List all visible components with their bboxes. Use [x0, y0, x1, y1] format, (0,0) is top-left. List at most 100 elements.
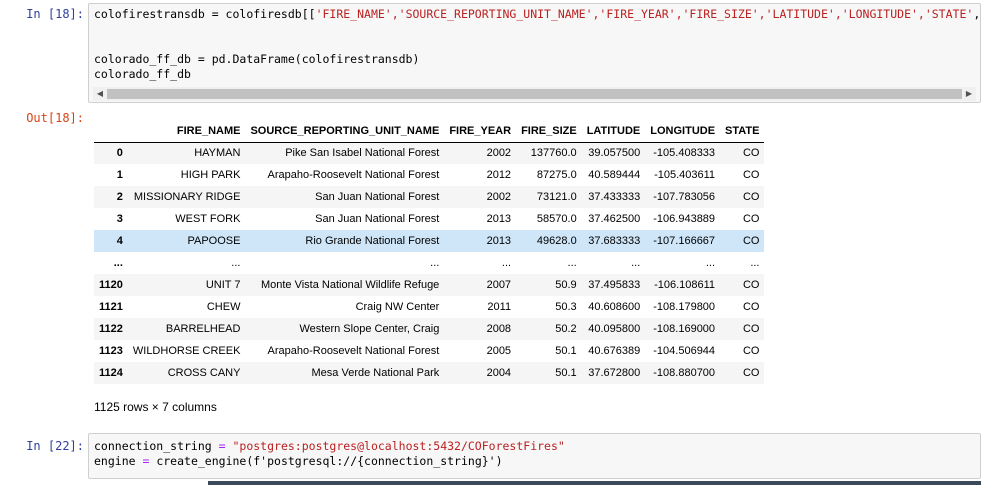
index-header [94, 120, 128, 143]
row-index: 1 [116, 169, 123, 181]
table-cell: 2002 [486, 147, 512, 160]
table-row: 1121 CHEW Craig NW Center 2011 50.3 40.608600… [94, 296, 764, 318]
row-index: 1124 [99, 367, 123, 379]
table-cell: CO [742, 301, 760, 313]
table-cell: 87275.0 [536, 169, 577, 181]
table-row: 2 MISSIONARY RIDGE San Juan National Fores… [94, 186, 765, 208]
column-header: FIRE_NAME [127, 120, 246, 143]
table-cell: CO [742, 147, 760, 160]
table-cell: 37.672800 [588, 367, 641, 379]
table-cell: CO [742, 191, 760, 203]
table-cell: ... [750, 257, 760, 269]
table-cell: 50.1 [555, 345, 577, 357]
column-header: LATITUDE [581, 120, 646, 143]
column-header: STATE [720, 120, 765, 143]
table-cell: Monte Vista National Wildlife Refuge [260, 279, 440, 291]
table-cell: CO [742, 367, 760, 379]
table-cell: CROSS CANY [167, 367, 241, 379]
table-cell: -108.169000 [653, 323, 716, 335]
table-cell: 2012 [486, 169, 512, 181]
table-cell: 2005 [486, 345, 512, 357]
row-index: 1120 [99, 279, 123, 291]
table-cell: BARRELHEAD [165, 323, 241, 335]
table-cell: 37.683333 [588, 235, 641, 247]
table-cell: 40.095800 [588, 323, 641, 335]
table-cell: ... [430, 257, 440, 269]
table-cell: 49628.0 [536, 235, 577, 247]
dataframe-table: FIRE_NAME SOURCE_REPORTING_UNIT_NAME FIR… [94, 120, 765, 384]
table-cell: Western Slope Center, Craig [299, 323, 440, 335]
table-cell: ... [231, 257, 241, 269]
table-cell: 40.676389 [588, 345, 641, 357]
dataframe-shape: 1125 rows × 7 columns [94, 400, 217, 414]
row-index: 0 [116, 147, 123, 160]
table-cell: -104.506944 [653, 345, 716, 357]
table-cell: CO [742, 169, 760, 181]
table-cell: 37.495833 [588, 279, 641, 291]
table-cell: WEST FORK [175, 213, 241, 225]
table-cell: 37.433333 [588, 191, 641, 203]
table-cell: -108.880700 [653, 367, 716, 379]
code-editor[interactable]: colofirestransdb = colofiresdb[['FIRE_NA… [89, 4, 980, 85]
table-cell: San Juan National Forest [315, 191, 440, 203]
table-cell: San Juan National Forest [315, 213, 440, 225]
table-row: 3 WEST FORK San Juan National Forest 2013 58… [94, 208, 764, 230]
table-cell: 73121.0 [536, 191, 577, 203]
table-cell: CHEW [206, 301, 241, 313]
column-header: SOURCE_REPORTING_UNIT_NAME [245, 120, 445, 143]
table-cell: 2007 [486, 279, 512, 291]
table-cell: ... [567, 257, 577, 269]
row-index: 2 [116, 191, 123, 203]
row-index: 1121 [99, 301, 123, 313]
table-cell: -106.108611 [654, 279, 716, 291]
table-cell: CO [742, 323, 760, 335]
table-cell: PAPOOSE [187, 235, 241, 247]
table-cell: -105.408333 [653, 147, 716, 160]
column-header: FIRE_YEAR [444, 120, 517, 143]
table-cell: 137760.0 [530, 147, 577, 160]
code-editor[interactable]: connection_string = "postgres:postgres@l… [89, 434, 980, 472]
table-row: 1122 BARRELHEAD Western Slope Center, Crai… [94, 318, 765, 340]
code-line-4: colorado_ff_db [94, 67, 191, 81]
table-cell: 37.462500 [588, 213, 641, 225]
cell-prompt-in-18: In [18]: [26, 7, 84, 21]
horizontal-scrollbar[interactable]: ◀ ▶ [93, 87, 976, 101]
bottom-scrollbar[interactable] [208, 481, 981, 485]
table-cell: ... [705, 257, 716, 269]
code-cell-18[interactable]: colofirestransdb = colofiresdb[['FIRE_NA… [88, 3, 981, 103]
scroll-left-icon[interactable]: ◀ [93, 87, 107, 101]
cell-prompt-in-22: In [22]: [26, 439, 84, 453]
table-cell: 2013 [486, 235, 512, 247]
table-cell: Craig NW Center [355, 301, 440, 313]
table-cell: -106.943889 [653, 213, 716, 225]
table-row: 1 HIGH PARK Arapaho-Roosevelt National For… [94, 164, 764, 186]
code-line-2: engine = create_engine(f'postgresql://{c… [94, 454, 503, 468]
table-cell: 50.9 [555, 279, 577, 291]
table-cell: 2011 [487, 301, 512, 313]
table-cell: 2008 [486, 323, 512, 335]
table-cell: 2004 [486, 367, 512, 379]
table-cell: CO [742, 279, 760, 291]
scrollbar-thumb[interactable] [107, 89, 962, 99]
table-cell: CO [742, 345, 760, 357]
table-header-row: FIRE_NAME SOURCE_REPORTING_UNIT_NAME FIR… [94, 120, 765, 143]
table-cell: 58570.0 [536, 213, 577, 225]
code-cell-22[interactable]: connection_string = "postgres:postgres@l… [88, 433, 981, 479]
row-index: 3 [116, 213, 123, 225]
table-cell: ... [501, 257, 512, 269]
table-cell: ... [631, 257, 641, 269]
table-cell: 50.2 [555, 323, 577, 335]
table-cell: -107.166667 [653, 235, 716, 247]
table-cell: Pike San Isabel National Forest [285, 147, 440, 160]
table-row: 4 PAPOOSE Rio Grande National Forest 2013 49… [94, 230, 765, 252]
table-cell: 50.1 [555, 367, 577, 379]
scroll-right-icon[interactable]: ▶ [962, 87, 976, 101]
table-cell: -105.403611 [654, 169, 716, 181]
table-row: ........................ [94, 252, 764, 274]
table-cell: HIGH PARK [180, 169, 241, 181]
table-row: 1123 WILDHORSE CREEK Arapaho-Roosevelt Nat… [94, 340, 764, 362]
code-line-1: colofirestransdb = colofiresdb[['FIRE_NA… [94, 7, 980, 21]
column-header: LONGITUDE [645, 120, 721, 143]
table-cell: 2002 [486, 191, 512, 203]
table-cell: WILDHORSE CREEK [132, 345, 241, 357]
